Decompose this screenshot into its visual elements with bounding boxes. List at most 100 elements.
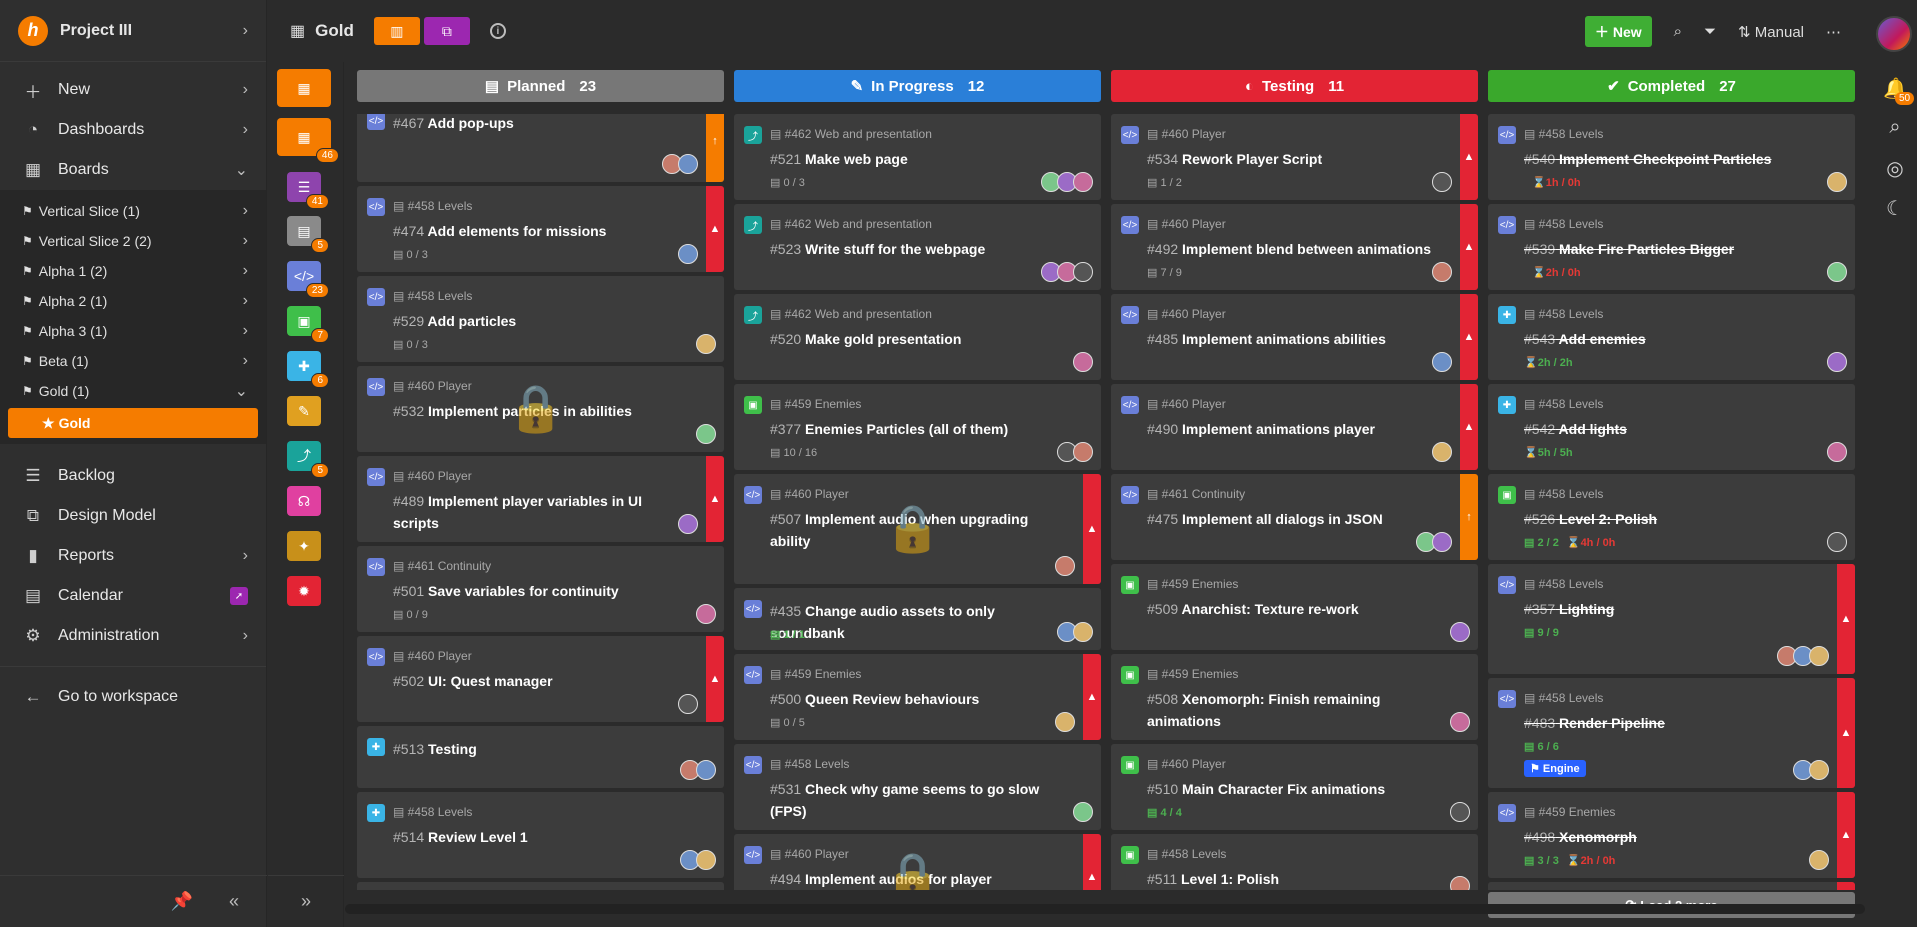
all-items-button[interactable]: ▦	[277, 69, 331, 107]
hierarchy-view-button[interactable]: ⧉	[423, 17, 470, 45]
audio-tasks-button[interactable]: ☊	[287, 486, 321, 516]
task-title[interactable]: #542 Add lights	[1524, 418, 1815, 440]
parent-epic[interactable]: ▤ #458 Levels	[770, 757, 849, 771]
avatar[interactable]	[696, 424, 716, 444]
task-card[interactable]: </> ▤ #458 Levels #531 Check why game seem…	[734, 744, 1101, 830]
avatar[interactable]	[1055, 712, 1075, 732]
design-tasks-button[interactable]: ✎	[287, 396, 321, 426]
search-icon[interactable]: ⌕	[1883, 116, 1907, 139]
avatar[interactable]	[696, 760, 716, 780]
more-options-icon[interactable]: ⋯	[1826, 23, 1841, 41]
task-title[interactable]: #498 Xenomorph	[1524, 826, 1815, 848]
task-card[interactable]: ▣ ▤ #459 Enemies #377 Enemies Particles (a…	[734, 384, 1101, 470]
user-avatar[interactable]	[1876, 16, 1912, 52]
sidebar-item-dashboards[interactable]: ◔ Dashboards ›	[0, 110, 266, 150]
task-card[interactable]: </> ▤ #460 Player #534 Rework Player Scrip…	[1111, 114, 1478, 200]
parent-epic[interactable]: ▤ #459 Enemies	[1147, 667, 1238, 681]
task-card[interactable]: </> #435 Change audio assets to only soun…	[734, 588, 1101, 650]
avatar[interactable]	[1450, 622, 1470, 642]
task-title[interactable]: #435 Change audio assets to only soundba…	[770, 600, 1061, 644]
board-item[interactable]: ⚑ Vertical Slice 2 (2) ›	[0, 226, 266, 256]
parent-epic[interactable]: ▤ #458 Levels	[393, 805, 472, 819]
parent-epic[interactable]: ▤ #460 Player	[1147, 217, 1226, 231]
kanban-view-button[interactable]: ▥	[373, 17, 420, 45]
task-card[interactable]: </> ▤ #458 Levels #357 Lighting ▤ 9 / 9 ▲	[1488, 564, 1855, 674]
parent-epic[interactable]: ▤ #460 Player	[1147, 397, 1226, 411]
parent-epic[interactable]: ▤ #459 Enemies	[1524, 805, 1615, 819]
task-title[interactable]: #489 Implement player variables in UI sc…	[393, 490, 684, 534]
task-card[interactable]: ▣ ▤ #458 Levels #526 Level 2: Polish ▤ 2 / …	[1488, 474, 1855, 560]
board-item[interactable]: ⚑ Alpha 1 (2) ›	[0, 256, 266, 286]
task-card[interactable]: </> ▤ #460 Player #490 Implement animation…	[1111, 384, 1478, 470]
help-icon[interactable]: ◎	[1883, 156, 1907, 181]
column-header[interactable]: ▤ Planned 23	[357, 70, 724, 102]
parent-epic[interactable]: ▤ #460 Player	[393, 469, 472, 483]
avatar[interactable]	[1073, 802, 1093, 822]
parent-epic[interactable]: ▤ #458 Levels	[1524, 397, 1603, 411]
task-title[interactable]: #502 UI: Quest manager	[393, 670, 684, 692]
task-title[interactable]: #540 Implement Checkpoint Particles	[1524, 148, 1815, 170]
avatar[interactable]	[1450, 712, 1470, 732]
avatar[interactable]	[678, 154, 698, 174]
sidebar-item-new[interactable]: ＋ New ›	[0, 70, 266, 110]
avatar[interactable]	[1073, 262, 1093, 282]
avatar[interactable]	[1827, 532, 1847, 552]
avatar[interactable]	[1073, 352, 1093, 372]
task-title[interactable]: #543 Add enemies	[1524, 328, 1815, 350]
task-title[interactable]: #520 Make gold presentation	[770, 328, 1061, 350]
task-card[interactable]: </> ▤ #458 Levels #540 Implement Checkpoin…	[1488, 114, 1855, 200]
board-item[interactable]: ⚑ Alpha 2 (1) ›	[0, 286, 266, 316]
task-title[interactable]: #509 Anarchist: Texture re-work	[1147, 598, 1438, 620]
task-card[interactable]: </>▤ #459 Enemies▲	[1488, 882, 1855, 890]
task-card[interactable]: </> ▤ #459 Enemies #498 Xenomorph ▤ 3 / 3 ⌛2…	[1488, 792, 1855, 878]
sidebar-item-backlog[interactable]: ☰ Backlog	[0, 456, 266, 496]
avatar[interactable]	[1450, 802, 1470, 822]
task-card[interactable]: ⤴ ▤ #462 Web and presentation #520 Make go…	[734, 294, 1101, 380]
task-title[interactable]: #534 Rework Player Script	[1147, 148, 1438, 170]
task-card[interactable]: ✚▤ #458 Levels	[357, 882, 724, 890]
task-title[interactable]: #483 Render Pipeline	[1524, 712, 1815, 734]
avatar[interactable]	[1432, 172, 1452, 192]
sidebar-item-administration[interactable]: ⚙ Administration ›	[0, 616, 266, 656]
avatar[interactable]	[1827, 352, 1847, 372]
avatar[interactable]	[1073, 172, 1093, 192]
task-title[interactable]: #492 Implement blend between animations	[1147, 238, 1438, 260]
task-card[interactable]: </> ▤ #460 Player #507 Implement audio whe…	[734, 474, 1101, 584]
parent-epic[interactable]: ▤ #461 Continuity	[1147, 487, 1245, 501]
task-card[interactable]: </> ▤ #461 Continuity #475 Implement all d…	[1111, 474, 1478, 560]
avatar[interactable]	[1809, 760, 1829, 780]
task-card[interactable]: </> ▤ #458 Levels #483 Render Pipeline ▤ 6 …	[1488, 678, 1855, 788]
parent-epic[interactable]: ▤ #458 Levels	[393, 289, 472, 303]
parent-epic[interactable]: ▤ #460 Player	[770, 847, 849, 861]
avatar[interactable]	[1809, 850, 1829, 870]
avatar[interactable]	[1073, 442, 1093, 462]
features-button[interactable]: ☰ 41	[287, 172, 329, 209]
parent-epic[interactable]: ▤ #460 Player	[1147, 757, 1226, 771]
go-to-workspace-link[interactable]: ← Go to workspace	[0, 677, 266, 717]
parent-epic[interactable]: ▤ #458 Levels	[393, 199, 472, 213]
task-title[interactable]: #485 Implement animations abilities	[1147, 328, 1438, 350]
task-title[interactable]: #511 Level 1: Polish	[1147, 868, 1438, 890]
bug-tasks-button[interactable]: ✹	[287, 576, 321, 606]
avatar[interactable]	[1432, 262, 1452, 282]
task-title[interactable]: #474 Add elements for missions	[393, 220, 684, 242]
task-card[interactable]: </> ▤ #460 Player #494 Implement audios fo…	[734, 834, 1101, 890]
board-item[interactable]: ⚑ Beta (1) ›	[0, 346, 266, 376]
task-card[interactable]: </> ▤ #460 Player #502 UI: Quest manager ▲	[357, 636, 724, 722]
parent-epic[interactable]: ▤ #458 Levels	[1524, 487, 1603, 501]
parent-epic[interactable]: ▤ #458 Levels	[1147, 847, 1226, 861]
task-title[interactable]: #510 Main Character Fix animations	[1147, 778, 1438, 800]
task-card[interactable]: </> ▤ #460 Player #485 Implement animation…	[1111, 294, 1478, 380]
task-card[interactable]: ✚ ▤ #458 Levels #543 Add enemies ⌛2h / 2h	[1488, 294, 1855, 380]
task-card[interactable]: ⤴ ▤ #462 Web and presentation #523 Write s…	[734, 204, 1101, 290]
task-title[interactable]: #514 Review Level 1	[393, 826, 684, 848]
task-title[interactable]: #490 Implement animations player	[1147, 418, 1438, 440]
avatar[interactable]	[1809, 646, 1829, 666]
parent-epic[interactable]: ▤ #460 Player	[1147, 127, 1226, 141]
avatar[interactable]	[696, 850, 716, 870]
parent-epic[interactable]: ▤ #458 Levels	[1524, 307, 1603, 321]
task-card[interactable]: ▣ ▤ #460 Player #510 Main Character Fix an…	[1111, 744, 1478, 830]
task-title[interactable]: #521 Make web page	[770, 148, 1061, 170]
parent-epic[interactable]: ▤ #462 Web and presentation	[770, 307, 932, 321]
task-title[interactable]: #513 Testing	[393, 738, 684, 760]
